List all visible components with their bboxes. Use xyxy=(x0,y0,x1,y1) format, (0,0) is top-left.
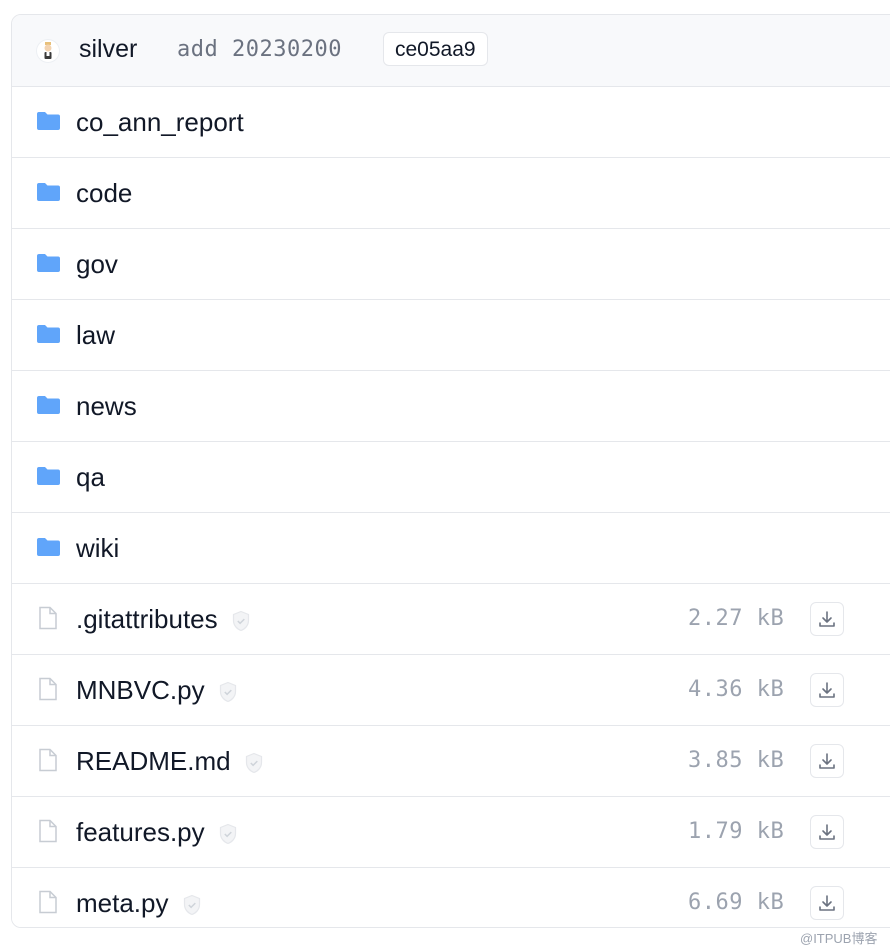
shield-check-icon[interactable] xyxy=(231,610,251,632)
file-name[interactable]: features.py xyxy=(76,817,205,848)
file-name[interactable]: README.md xyxy=(76,746,231,777)
download-icon xyxy=(819,682,835,698)
shield-check-icon[interactable] xyxy=(182,894,202,916)
list-item[interactable]: co_ann_report xyxy=(12,87,890,158)
folder-name[interactable]: co_ann_report xyxy=(76,107,244,138)
folder-name[interactable]: qa xyxy=(76,462,105,493)
list-item[interactable]: code xyxy=(12,158,890,229)
folder-name[interactable]: code xyxy=(76,178,132,209)
file-icon xyxy=(39,890,57,914)
shield-check-icon[interactable] xyxy=(218,681,238,703)
file-size: 1.79 kB xyxy=(688,819,785,844)
download-button[interactable] xyxy=(810,815,844,849)
list-item[interactable]: MNBVC.py 4.36 kB xyxy=(12,655,890,726)
list-item[interactable]: features.py 1.79 kB xyxy=(12,797,890,868)
list-item[interactable]: .gitattributes 2.27 kB xyxy=(12,584,890,655)
author-avatar[interactable] xyxy=(36,39,60,63)
list-item[interactable]: gov xyxy=(12,229,890,300)
folder-name[interactable]: gov xyxy=(76,249,118,280)
file-size: 3.85 kB xyxy=(688,748,785,773)
folder-icon xyxy=(37,396,60,414)
list-item[interactable]: news xyxy=(12,371,890,442)
file-icon xyxy=(39,677,57,701)
file-size: 2.27 kB xyxy=(688,606,785,631)
file-icon xyxy=(39,606,57,630)
shield-check-icon[interactable] xyxy=(218,823,238,845)
list-item[interactable]: qa xyxy=(12,442,890,513)
folder-name[interactable]: wiki xyxy=(76,533,119,564)
commit-message[interactable]: add 20230200 xyxy=(177,37,342,62)
list-item[interactable]: law xyxy=(12,300,890,371)
folder-icon xyxy=(37,112,60,130)
file-icon xyxy=(39,748,57,772)
file-name[interactable]: meta.py xyxy=(76,888,169,919)
download-button[interactable] xyxy=(810,886,844,920)
file-list-panel: silver add 20230200 ce05aa9 co_ann_repor… xyxy=(11,14,890,928)
folder-icon xyxy=(37,183,60,201)
commit-hash-badge[interactable]: ce05aa9 xyxy=(383,32,488,66)
folder-name[interactable]: news xyxy=(76,391,137,422)
file-icon xyxy=(39,819,57,843)
last-commit-header: silver add 20230200 ce05aa9 xyxy=(12,15,890,87)
download-icon xyxy=(819,753,835,769)
list-item[interactable]: wiki xyxy=(12,513,890,584)
file-size: 4.36 kB xyxy=(688,677,785,702)
folder-icon xyxy=(37,254,60,272)
download-button[interactable] xyxy=(810,744,844,778)
list-item[interactable]: README.md 3.85 kB xyxy=(12,726,890,797)
download-icon xyxy=(819,895,835,911)
folder-name[interactable]: law xyxy=(76,320,115,351)
download-icon xyxy=(819,824,835,840)
folder-icon xyxy=(37,325,60,343)
download-button[interactable] xyxy=(810,673,844,707)
commit-author[interactable]: silver xyxy=(79,35,137,64)
download-icon xyxy=(819,611,835,627)
file-name[interactable]: .gitattributes xyxy=(76,604,218,635)
download-button[interactable] xyxy=(810,602,844,636)
folder-icon xyxy=(37,538,60,556)
file-name[interactable]: MNBVC.py xyxy=(76,675,205,706)
file-size: 6.69 kB xyxy=(688,890,785,915)
watermark-text: @ITPUB博客 xyxy=(800,931,878,946)
shield-check-icon[interactable] xyxy=(244,752,264,774)
folder-icon xyxy=(37,467,60,485)
list-item[interactable]: meta.py 6.69 kB xyxy=(12,868,890,927)
